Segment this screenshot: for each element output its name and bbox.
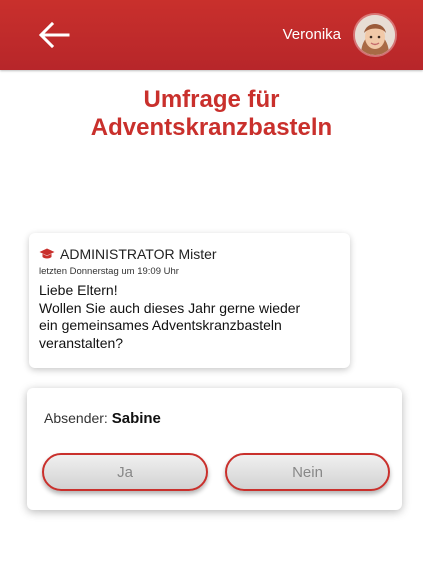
back-button[interactable]	[34, 18, 74, 52]
arrow-left-icon	[38, 22, 70, 48]
page-title-line-1: Umfrage für	[143, 86, 280, 113]
page-title-line-2: Adventskranzbasteln	[90, 114, 333, 141]
response-card: Absender: Sabine Ja Nein	[27, 388, 402, 510]
message-sender-line: ADMINISTRATOR Mister	[39, 245, 340, 263]
app-header: Veronika	[0, 0, 423, 70]
no-button[interactable]: Nein	[225, 453, 390, 491]
sender-label: Absender:	[44, 410, 108, 426]
message-body-line: Liebe Eltern!	[39, 282, 118, 298]
user-avatar-image	[355, 15, 395, 55]
message-body-line: Wollen Sie auch dieses Jahr gerne wieder	[39, 299, 301, 316]
sender-info: Absender: Sabine	[44, 410, 161, 427]
graduation-cap-icon	[39, 248, 55, 259]
page-title: Umfrage für Adventskranzbasteln	[0, 86, 423, 142]
yes-button[interactable]: Ja	[42, 453, 208, 491]
message-body-line: ein gemeinsames Adventskranzbasteln	[39, 317, 282, 333]
message-body: Liebe Eltern! Wollen Sie auch dieses Jah…	[39, 282, 340, 352]
message-timestamp: letzten Donnerstag um 19:09 Uhr	[39, 266, 179, 277]
user-name[interactable]: Veronika	[283, 26, 341, 43]
message-card: ADMINISTRATOR Mister letzten Donnerstag …	[29, 233, 350, 368]
avatar[interactable]	[355, 15, 395, 55]
message-sender: ADMINISTRATOR Mister	[60, 246, 217, 262]
sender-name: Sabine	[111, 410, 161, 427]
message-body-line: veranstalten?	[39, 334, 124, 351]
